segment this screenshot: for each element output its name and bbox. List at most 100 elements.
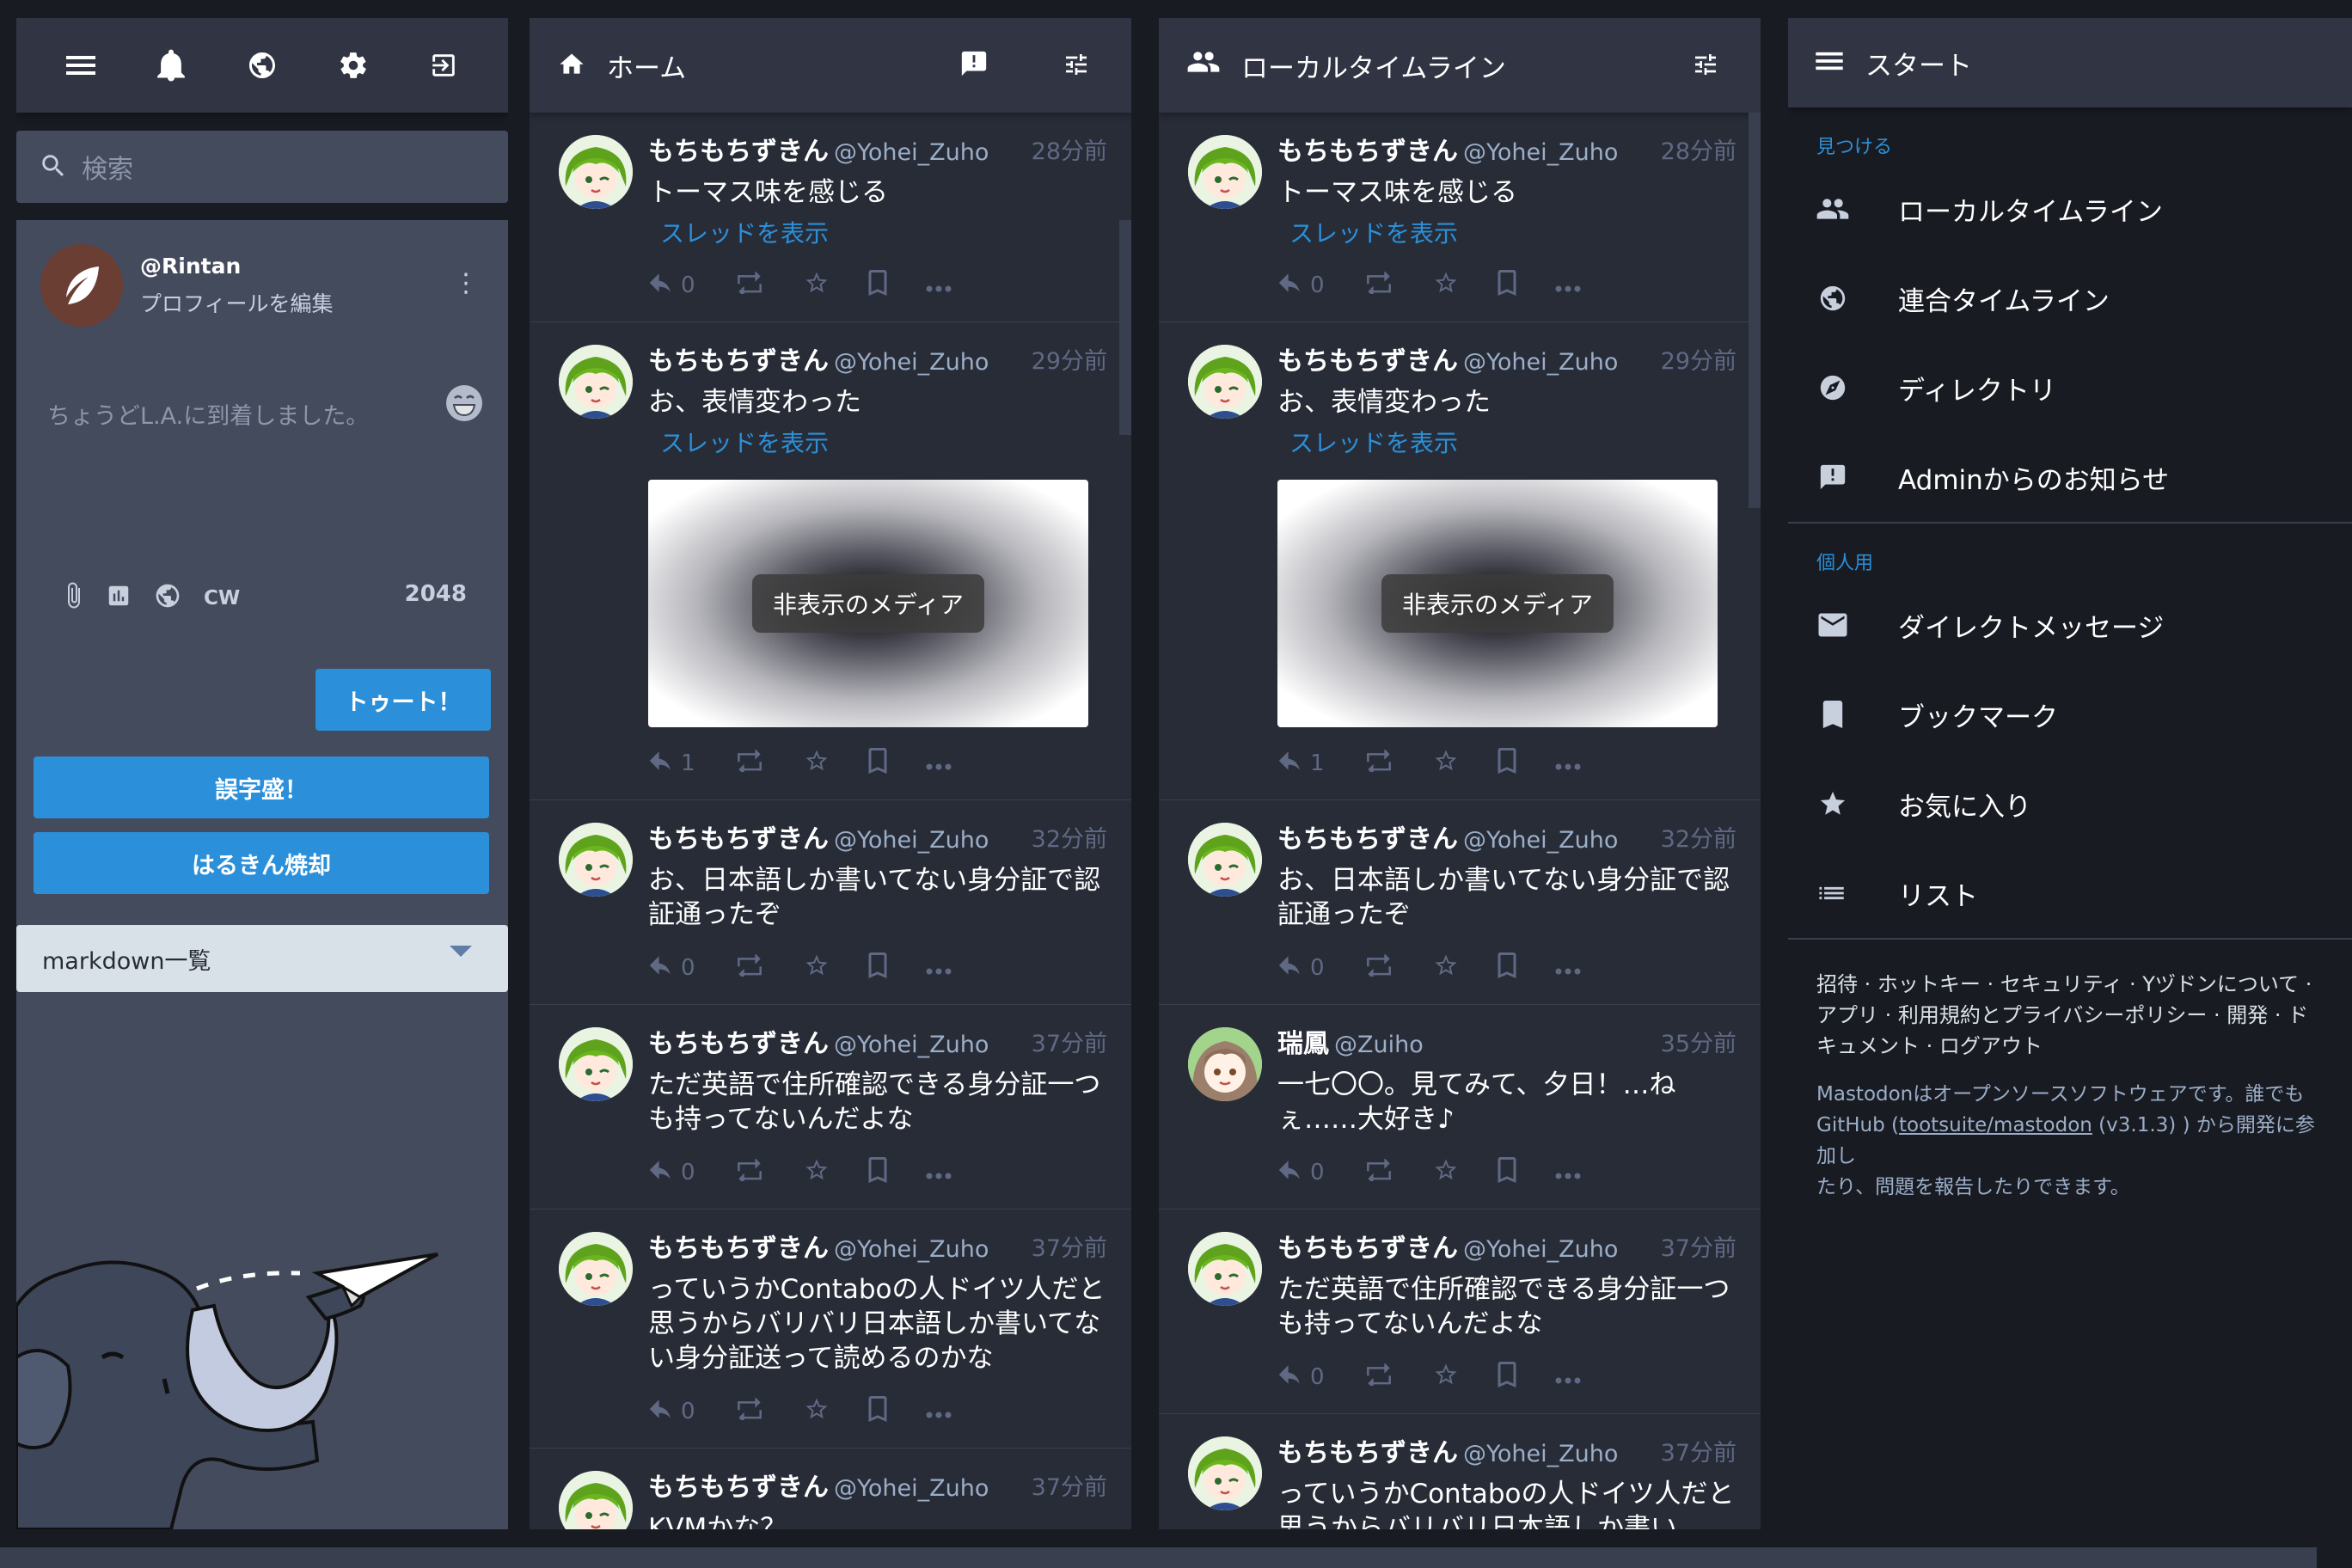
- status-item[interactable]: もちもちずきん @Yohei_Zuho 37分前 KVMかな？: [530, 1449, 1131, 1529]
- avatar[interactable]: [1188, 823, 1262, 897]
- status-display-name[interactable]: もちもちずきん: [1277, 1234, 1458, 1264]
- status-item[interactable]: もちもちずきん @Yohei_Zuho 29分前 お、表情変わった スレッドを表示 非表示…: [1159, 322, 1761, 800]
- bookmark-button[interactable]: [867, 1395, 888, 1428]
- favourite-button[interactable]: [804, 1396, 830, 1428]
- boost-button[interactable]: [1363, 1157, 1395, 1187]
- favourite-button[interactable]: [804, 270, 830, 302]
- favourite-button[interactable]: [1433, 952, 1459, 984]
- status-display-name[interactable]: もちもちずきん: [1277, 137, 1458, 167]
- avatar[interactable]: [559, 1027, 633, 1101]
- favourite-button[interactable]: [804, 952, 830, 984]
- status-timestamp[interactable]: 37分前: [1032, 1027, 1107, 1062]
- show-thread-link[interactable]: スレッドを表示: [1289, 215, 1736, 249]
- avatar[interactable]: [1188, 345, 1262, 419]
- avatar[interactable]: [559, 135, 633, 209]
- emoji-picker-icon[interactable]: [444, 383, 484, 432]
- more-button[interactable]: [926, 955, 952, 981]
- reply-button[interactable]: 0: [648, 955, 695, 982]
- start-menu-item[interactable]: リスト: [1788, 848, 2352, 938]
- more-button[interactable]: [926, 750, 952, 776]
- status-item[interactable]: もちもちずきん @Yohei_Zuho 32分前 お、日本語しか書いてない身分証で認証…: [1159, 800, 1761, 1005]
- status-item[interactable]: もちもちずきん @Yohei_Zuho 32分前 お、日本語しか書いてない身分証で認証…: [530, 800, 1131, 1005]
- column-settings-icon[interactable]: [1692, 51, 1719, 78]
- favourite-button[interactable]: [804, 748, 830, 780]
- status-display-name[interactable]: もちもちずきん: [648, 137, 829, 167]
- status-handle[interactable]: @Yohei_Zuho: [1463, 1441, 1618, 1467]
- status-display-name[interactable]: もちもちずきん: [1277, 346, 1458, 377]
- status-handle[interactable]: @Yohei_Zuho: [834, 827, 989, 854]
- show-thread-link[interactable]: スレッドを表示: [660, 425, 1107, 459]
- avatar[interactable]: [1188, 1232, 1262, 1306]
- footer-links-line[interactable]: キュメント · ログアウト: [1816, 1031, 2324, 1062]
- avatar[interactable]: [1188, 1027, 1262, 1101]
- status-handle[interactable]: @Yohei_Zuho: [1463, 827, 1618, 854]
- scrollbar[interactable]: [1119, 220, 1131, 435]
- favourite-button[interactable]: [1433, 748, 1459, 780]
- status-display-name[interactable]: もちもちずきん: [648, 1234, 829, 1264]
- more-button[interactable]: [1555, 955, 1581, 981]
- status-display-name[interactable]: もちもちずきん: [1277, 1438, 1458, 1468]
- bookmark-button[interactable]: [1497, 1156, 1517, 1189]
- logout-icon[interactable]: [418, 40, 469, 91]
- edit-profile-link[interactable]: プロフィールを編集: [140, 287, 334, 318]
- favourite-button[interactable]: [1433, 1157, 1459, 1189]
- reply-button[interactable]: 0: [1277, 955, 1325, 982]
- bookmark-button[interactable]: [1497, 1361, 1517, 1393]
- poll-icon[interactable]: [106, 583, 132, 614]
- reply-button[interactable]: 0: [648, 1399, 695, 1425]
- status-timestamp[interactable]: 32分前: [1032, 823, 1107, 857]
- status-item[interactable]: もちもちずきん @Yohei_Zuho 37分前 ただ英語で住所確認できる身分証一つも…: [1159, 1210, 1761, 1414]
- status-timestamp[interactable]: 37分前: [1661, 1436, 1736, 1471]
- status-handle[interactable]: @Yohei_Zuho: [834, 139, 989, 166]
- search-input[interactable]: 検索: [16, 131, 508, 203]
- boost-button[interactable]: [1363, 748, 1395, 778]
- status-handle[interactable]: @Yohei_Zuho: [834, 1475, 989, 1502]
- bookmark-button[interactable]: [1497, 747, 1517, 780]
- more-button[interactable]: [1555, 750, 1581, 776]
- boost-button[interactable]: [1363, 1362, 1395, 1392]
- reply-button[interactable]: 1: [648, 750, 695, 777]
- bookmark-button[interactable]: [1497, 269, 1517, 302]
- start-menu-item[interactable]: お気に入り: [1788, 759, 2352, 848]
- hidden-media[interactable]: 非表示のメディア: [648, 480, 1088, 727]
- more-button[interactable]: [1555, 1160, 1581, 1185]
- markdown-select[interactable]: markdown一覧: [16, 925, 508, 992]
- avatar[interactable]: [559, 823, 633, 897]
- globe-icon[interactable]: [236, 40, 288, 91]
- status-handle[interactable]: @Yohei_Zuho: [834, 1236, 989, 1263]
- menu-icon[interactable]: [55, 40, 107, 91]
- avatar[interactable]: [559, 1232, 633, 1306]
- status-handle[interactable]: @Yohei_Zuho: [834, 349, 989, 376]
- status-handle[interactable]: @Yohei_Zuho: [1463, 139, 1618, 166]
- status-item[interactable]: もちもちずきん @Yohei_Zuho 29分前 お、表情変わった スレッドを表示 非表示…: [530, 322, 1131, 800]
- reply-button[interactable]: 0: [648, 273, 695, 299]
- github-link[interactable]: tootsuite/mastodon: [1899, 1114, 2092, 1136]
- status-timestamp[interactable]: 35分前: [1661, 1027, 1736, 1062]
- more-button[interactable]: [1555, 1364, 1581, 1390]
- account-handle[interactable]: @Rintan: [140, 254, 334, 279]
- status-display-name[interactable]: もちもちずきん: [648, 1473, 829, 1503]
- footer-links[interactable]: 招待 · ホットキー · セキュリティ · Yヅドンについて · アプリ · 利…: [1788, 940, 2352, 1062]
- favourite-button[interactable]: [804, 1157, 830, 1189]
- status-display-name[interactable]: もちもちずきん: [648, 346, 829, 377]
- custom-button-1[interactable]: 誤字盛！: [34, 756, 489, 818]
- horizontal-scrollbar[interactable]: [0, 1547, 2317, 1568]
- toot-button[interactable]: トゥート！: [315, 669, 491, 731]
- status-timestamp[interactable]: 28分前: [1661, 135, 1736, 169]
- footer-links-line[interactable]: 招待 · ホットキー · セキュリティ · Yヅドンについて ·: [1816, 969, 2324, 1000]
- hidden-media-label[interactable]: 非表示のメディア: [751, 574, 985, 633]
- status-item[interactable]: もちもちずきん @Yohei_Zuho 28分前 トーマス味を感じる スレッドを表示 0: [530, 113, 1131, 322]
- status-timestamp[interactable]: 29分前: [1032, 345, 1107, 379]
- status-handle[interactable]: @Zuiho: [1334, 1032, 1424, 1058]
- status-handle[interactable]: @Yohei_Zuho: [834, 1032, 989, 1058]
- gear-icon[interactable]: [328, 40, 379, 91]
- status-timestamp[interactable]: 32分前: [1661, 823, 1736, 857]
- start-menu-item[interactable]: Adminからのお知らせ: [1788, 432, 2352, 522]
- status-item[interactable]: もちもちずきん @Yohei_Zuho 37分前 っていうかContaboの人ドイツ人…: [530, 1210, 1131, 1449]
- boost-button[interactable]: [733, 748, 766, 778]
- avatar[interactable]: [1188, 135, 1262, 209]
- boost-button[interactable]: [1363, 270, 1395, 300]
- more-button[interactable]: [1555, 273, 1581, 298]
- bookmark-button[interactable]: [1497, 952, 1517, 984]
- bookmark-button[interactable]: [867, 1156, 888, 1189]
